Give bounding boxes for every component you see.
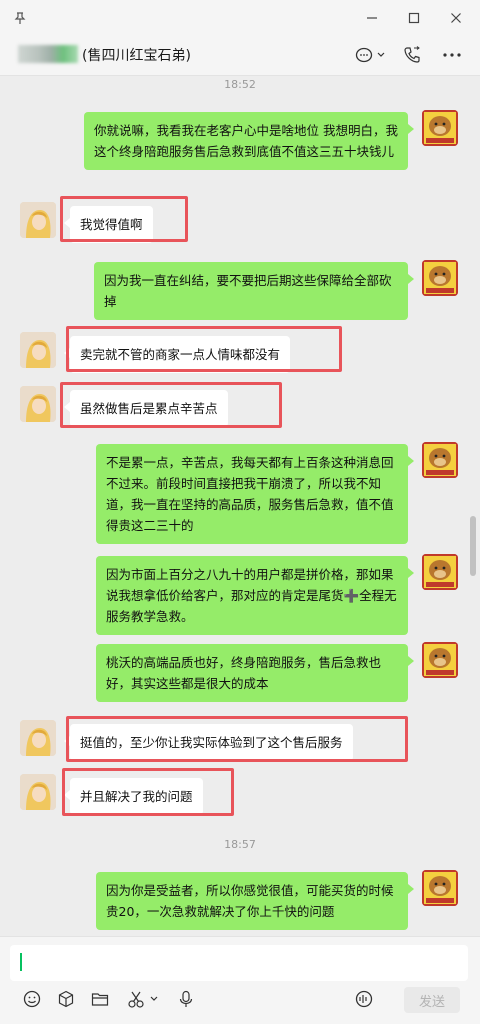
- chat-title[interactable]: (售四川红宝石弟): [82, 45, 191, 65]
- received-message[interactable]: 我觉得值啊: [64, 206, 153, 243]
- more-icon[interactable]: [440, 44, 464, 66]
- emoji-icon[interactable]: [22, 989, 42, 1009]
- text-caret: [20, 953, 22, 971]
- minimize-icon[interactable]: [360, 6, 384, 30]
- self-avatar[interactable]: [422, 870, 458, 906]
- chat-header: (售四川红宝石弟): [0, 36, 480, 76]
- window-titlebar: [0, 0, 480, 36]
- contact-avatar[interactable]: [20, 202, 56, 238]
- sent-message[interactable]: 桃沃的高端品质也好，终身陪跑服务，售后急救也好，其实这些都是很大的成本: [96, 644, 414, 702]
- received-message[interactable]: 卖完就不管的商家一点人情味都没有: [63, 336, 291, 373]
- message-input[interactable]: [10, 945, 468, 981]
- blurred-contact-name: [18, 45, 78, 63]
- sent-message[interactable]: 因为你是受益者，所以你感觉很值，可能买货的时候贵20，一次急救就解决了你上千快的…: [96, 872, 414, 930]
- maximize-icon[interactable]: [402, 6, 426, 30]
- folder-icon[interactable]: [90, 989, 110, 1009]
- scrollbar-thumb[interactable]: [470, 516, 476, 576]
- message-list[interactable]: 18:52 你就说嘛，我看我在老客户心中是啥地位 我想明白，我这个终身陪跑服务售…: [0, 76, 480, 936]
- sent-message[interactable]: 你就说嘛，我看我在老客户心中是啥地位 我想明白，我这个终身陪跑服务售后急救到底值…: [84, 112, 414, 170]
- favorites-icon[interactable]: [56, 989, 76, 1009]
- close-icon[interactable]: [444, 6, 468, 30]
- self-avatar[interactable]: [422, 442, 458, 478]
- timestamp: 18:57: [224, 838, 256, 851]
- composer: 发送: [0, 936, 480, 1024]
- contact-avatar[interactable]: [20, 774, 56, 810]
- self-avatar[interactable]: [422, 554, 458, 590]
- timestamp: 18:52: [224, 78, 256, 91]
- voice-call-icon[interactable]: [354, 989, 374, 1009]
- contact-avatar[interactable]: [20, 386, 56, 422]
- chat-bubble-icon[interactable]: [354, 44, 388, 66]
- contact-avatar[interactable]: [20, 332, 56, 368]
- sent-message[interactable]: 因为我一直在纠结，要不要把后期这些保障给全部砍掉: [94, 262, 414, 320]
- pin-icon[interactable]: [8, 6, 32, 30]
- sent-message[interactable]: 因为市面上百分之八九十的用户都是拼价格，那如果说我想拿低价给客户，那对应的肯定是…: [96, 556, 414, 635]
- screenshot-icon[interactable]: [126, 989, 162, 1009]
- send-button[interactable]: 发送: [404, 987, 460, 1013]
- sent-message[interactable]: 不是累一点，辛苦点，我每天都有上百条这种消息回不过来。前段时间直接把我干崩溃了，…: [96, 444, 414, 544]
- microphone-icon[interactable]: [176, 989, 196, 1009]
- contact-avatar[interactable]: [20, 720, 56, 756]
- received-message[interactable]: 并且解决了我的问题: [64, 778, 203, 815]
- phone-icon[interactable]: [400, 44, 424, 66]
- self-avatar[interactable]: [422, 260, 458, 296]
- received-message[interactable]: 挺值的，至少你让我实际体验到了这个售后服务: [64, 724, 353, 761]
- self-avatar[interactable]: [422, 642, 458, 678]
- self-avatar[interactable]: [422, 110, 458, 146]
- received-message[interactable]: 虽然做售后是累点辛苦点: [64, 390, 228, 427]
